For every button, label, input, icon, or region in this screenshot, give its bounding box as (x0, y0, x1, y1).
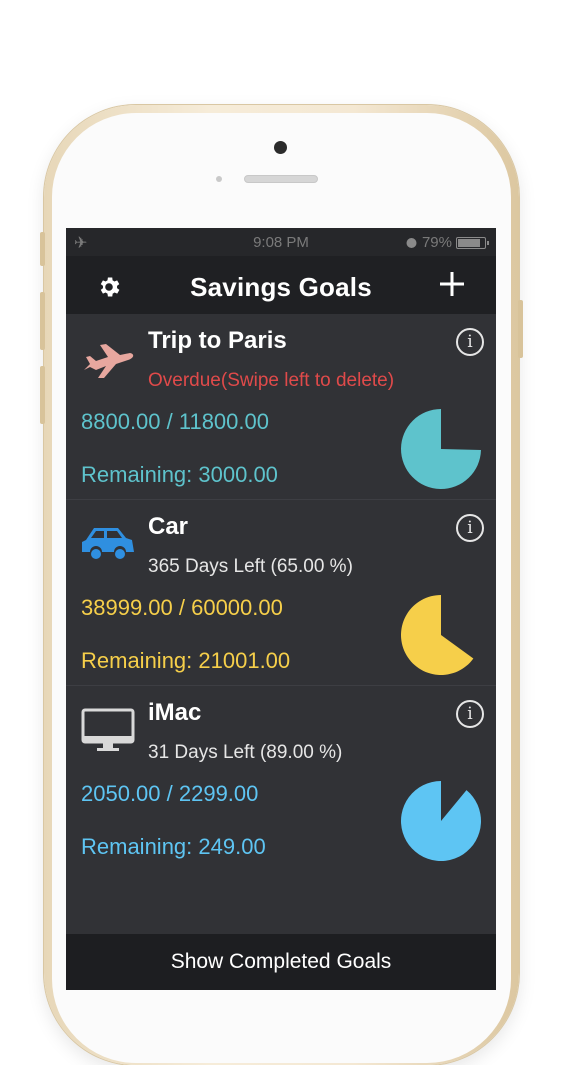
info-icon[interactable]: i (456, 514, 484, 542)
proximity-sensor (216, 176, 222, 182)
progress-pie (401, 781, 481, 861)
front-camera (274, 141, 287, 154)
goal-name: Trip to Paris (148, 327, 287, 354)
progress-pie-slice (401, 409, 481, 489)
app-screen: ✈ 9:08 PM 79% Savings Goals Trip to Pari… (66, 228, 496, 990)
goal-status: Overdue(Swipe left to delete) (148, 370, 395, 391)
info-icon[interactable]: i (456, 700, 484, 728)
car-icon (82, 528, 134, 559)
earpiece-speaker (244, 175, 318, 183)
show-completed-goals-button[interactable]: Show Completed Goals (66, 934, 496, 990)
progress-pie (401, 409, 481, 489)
goal-name: iMac (148, 699, 202, 726)
goal-row-imac[interactable]: iMac i 31 Days Left (89.00 %) 2050.00 / … (66, 686, 496, 872)
nav-bar: Savings Goals (66, 256, 496, 314)
page-title: Savings Goals (190, 272, 372, 302)
goal-row-trip-to-paris[interactable]: Trip to Paris i Overdue(Swipe left to de… (66, 314, 496, 500)
status-right: 79% (405, 234, 489, 251)
airplane-icon (84, 344, 134, 378)
mute-switch (40, 232, 45, 266)
info-icon[interactable]: i (456, 328, 484, 356)
goal-status: 365 Days Left (65.00 %) (148, 556, 353, 577)
status-bar: ✈ 9:08 PM 79% (66, 228, 496, 256)
battery-icon (456, 236, 489, 249)
goal-remaining: Remaining: 249.00 (81, 834, 266, 859)
plus-icon[interactable] (438, 270, 466, 298)
volume-down-button (40, 366, 45, 424)
goal-name: Car (148, 513, 189, 540)
monitor-icon (81, 708, 135, 751)
battery-percent: 79% (421, 234, 452, 251)
progress-pie (401, 595, 474, 675)
goal-amount: 8800.00 / 11800.00 (81, 409, 269, 434)
goal-remaining: Remaining: 3000.00 (81, 462, 278, 487)
alarm-icon (406, 238, 417, 248)
volume-up-button (40, 292, 45, 350)
goal-row-car[interactable]: Car i 365 Days Left (65.00 %) 38999.00 /… (66, 500, 496, 686)
progress-pie-slice (401, 781, 481, 861)
goal-remaining: Remaining: 21001.00 (81, 648, 291, 673)
goal-status: 31 Days Left (89.00 %) (148, 742, 343, 763)
goal-amount: 38999.00 / 60000.00 (81, 595, 283, 620)
goal-amount: 2050.00 / 2299.00 (81, 781, 259, 806)
progress-pie-slice (401, 595, 474, 675)
power-button (518, 300, 523, 358)
